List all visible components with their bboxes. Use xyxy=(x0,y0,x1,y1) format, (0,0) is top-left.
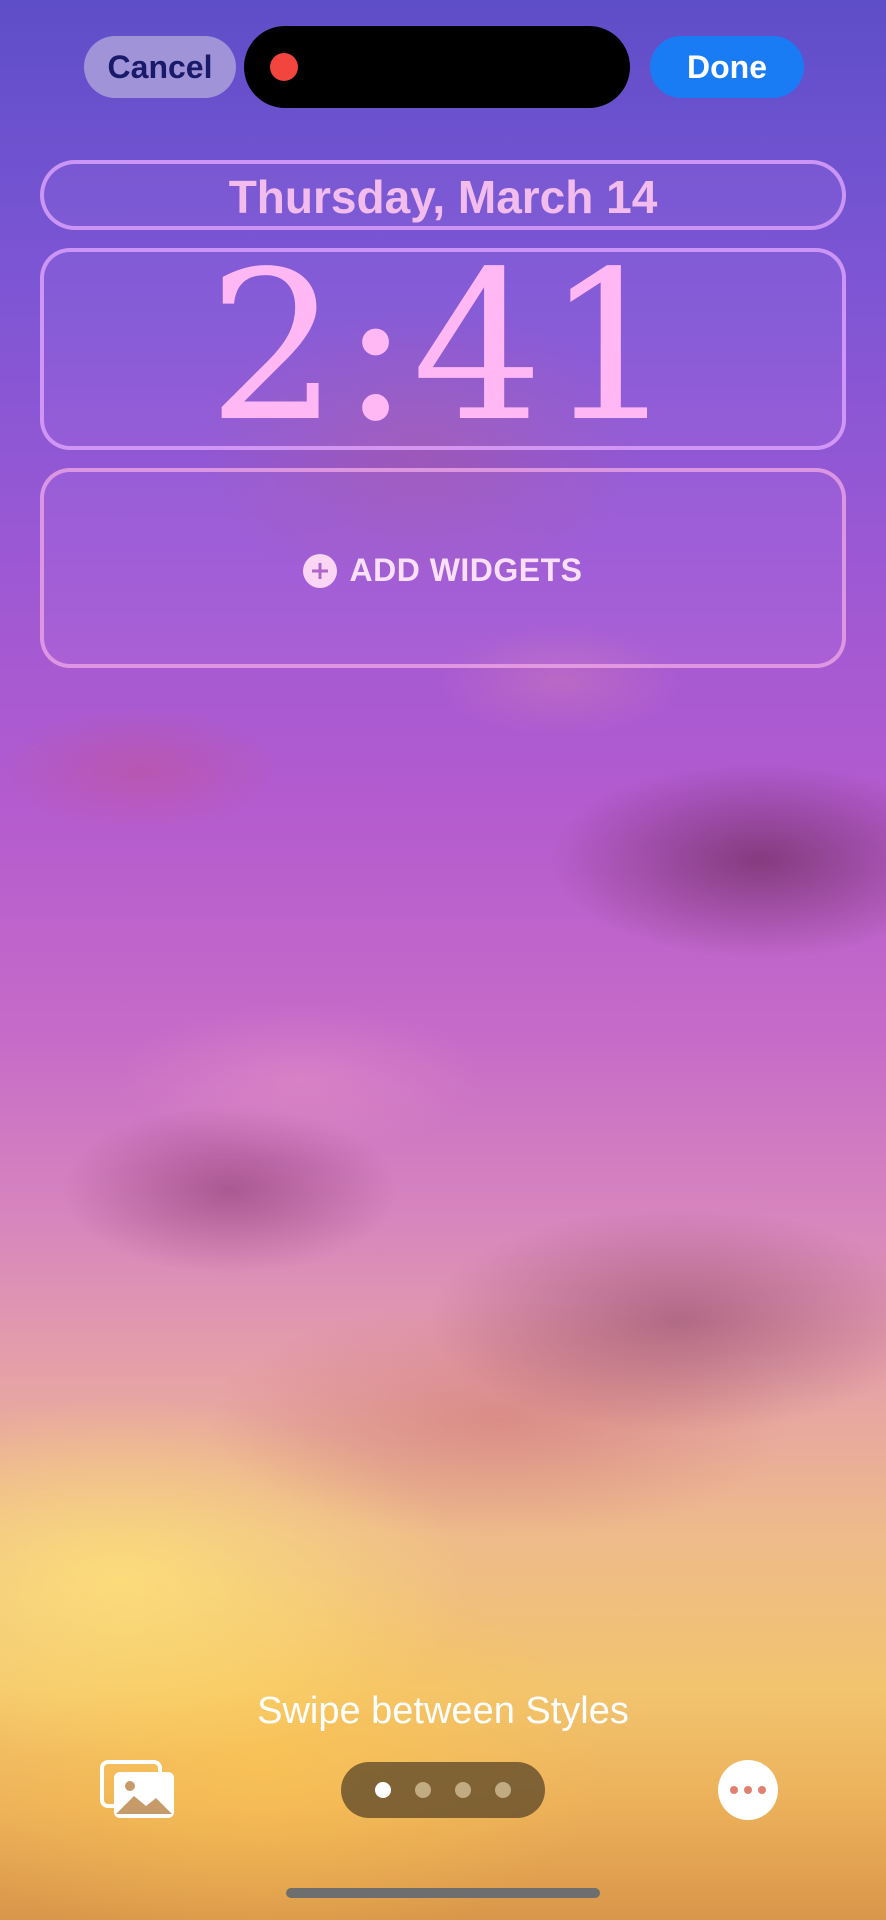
clock-frame[interactable]: 2:41 xyxy=(40,242,846,452)
lock-screen-date: Thursday, March 14 xyxy=(228,171,658,223)
add-widgets-label: ADD WIDGETS xyxy=(349,552,583,588)
more-dot-icon xyxy=(758,1786,766,1794)
page-dot-3[interactable] xyxy=(455,1782,471,1798)
plus-circle-icon xyxy=(303,553,338,588)
lock-screen-time: 2:41 xyxy=(207,227,679,467)
add-widgets-area[interactable]: ADD WIDGETS xyxy=(40,468,846,668)
page-dot-2[interactable] xyxy=(415,1782,431,1798)
page-dot-1[interactable] xyxy=(375,1782,391,1798)
more-options-button[interactable] xyxy=(718,1760,778,1820)
cancel-button[interactable]: Cancel xyxy=(84,36,236,98)
more-dot-icon xyxy=(730,1786,738,1794)
swipe-hint: Swipe between Styles xyxy=(257,1690,629,1732)
add-widgets-row: ADD WIDGETS xyxy=(44,552,842,589)
home-indicator[interactable] xyxy=(286,1888,600,1898)
dynamic-island xyxy=(244,26,630,108)
more-dot-icon xyxy=(744,1786,752,1794)
style-page-indicator[interactable] xyxy=(341,1762,545,1818)
photos-icon[interactable] xyxy=(100,1760,176,1820)
done-button[interactable]: Done xyxy=(650,36,804,98)
recording-indicator-icon xyxy=(270,53,298,81)
date-widget-frame[interactable]: Thursday, March 14 xyxy=(40,160,846,230)
page-dot-4[interactable] xyxy=(495,1782,511,1798)
